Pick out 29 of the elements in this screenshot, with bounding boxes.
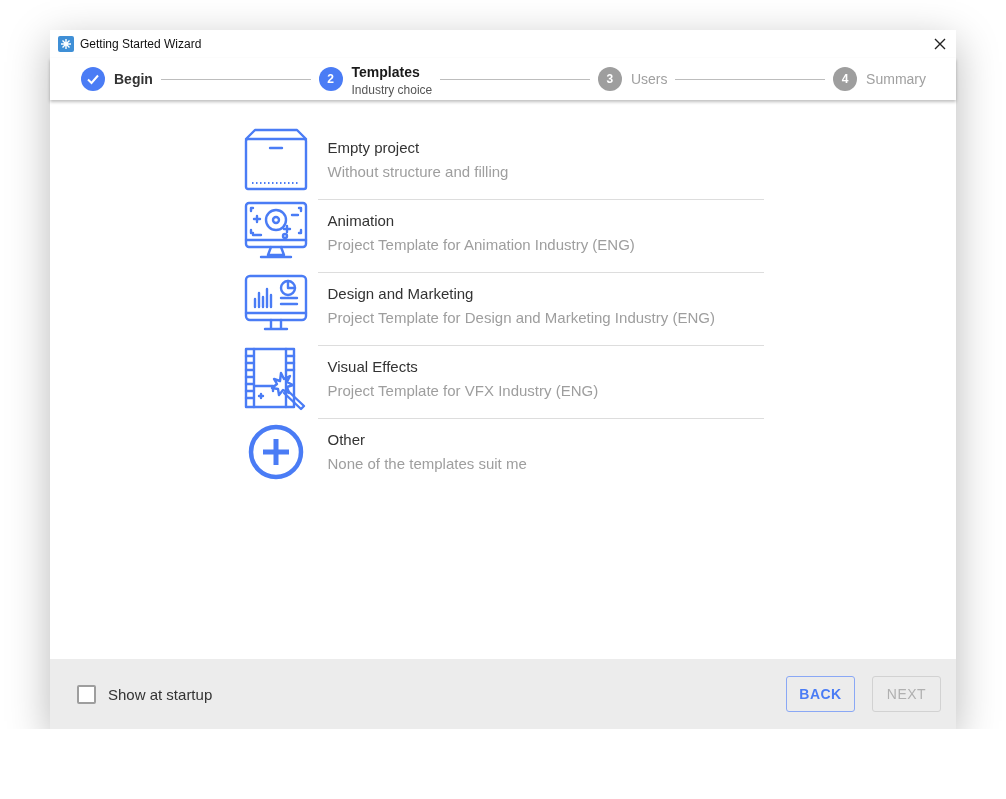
template-title: Animation: [327, 212, 396, 229]
template-item[interactable]: Visual Effects Project Template for VFX Industry (ENG): [242, 346, 764, 419]
template-item[interactable]: Other None of the templates suit me: [242, 419, 764, 492]
template-title: Empty project: [327, 139, 421, 156]
step-label: Summary: [866, 71, 926, 87]
template-description: Without structure and filling: [327, 163, 510, 180]
template-title: Visual Effects: [327, 358, 419, 375]
step-indicator: 3: [597, 67, 622, 91]
checkbox-label[interactable]: Show at startup: [108, 685, 213, 703]
step-sublabel: Industry choice: [351, 82, 433, 97]
template-description: Project Template for Design and Marketing Industry (ENG): [327, 309, 716, 326]
app-icon: [58, 36, 74, 52]
close-icon[interactable]: [934, 38, 946, 50]
step-indicator: 2: [318, 67, 343, 91]
template-item[interactable]: Design and Marketing Project Template for Design and Marketing Industry (ENG): [242, 273, 764, 346]
template-item[interactable]: Empty project Without structure and filling: [242, 127, 764, 200]
template-item[interactable]: Animation Project Template for Animation Industry (ENG): [242, 200, 764, 273]
checkbox[interactable]: [77, 684, 96, 704]
template-description: None of the templates suit me: [327, 455, 528, 472]
box-icon: [242, 127, 309, 193]
template-title: Other: [327, 431, 366, 448]
step-indicator: 4: [833, 67, 858, 91]
template-description: Project Template for Animation Industry (ENG): [327, 236, 636, 253]
step-label: Begin: [114, 71, 153, 87]
template-description: Project Template for VFX Industry (ENG): [327, 382, 600, 399]
step-label: Templates: [351, 63, 421, 80]
window-title: Getting Started Wizard: [80, 37, 203, 51]
step-label: Users: [630, 71, 668, 87]
template-title: Design and Marketing: [327, 285, 475, 302]
